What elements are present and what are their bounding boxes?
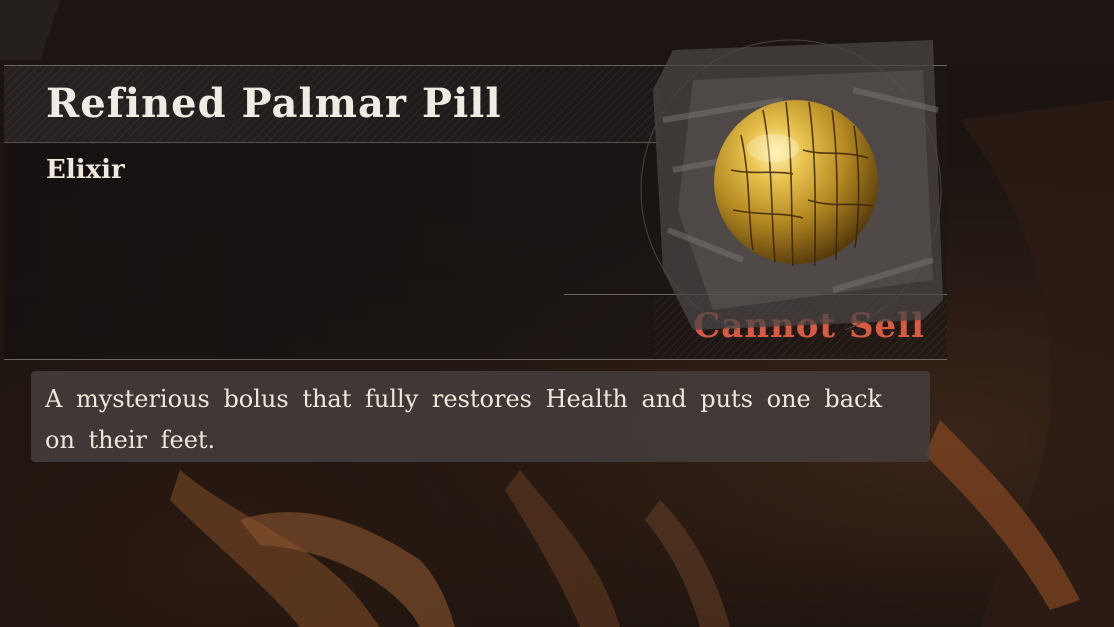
golden-pill-icon (640, 39, 943, 341)
item-name: Refined Palmar Pill (46, 80, 502, 127)
item-icon-frame (633, 30, 949, 341)
item-description: A mysterious bolus that fully restores H… (45, 385, 883, 454)
item-type: Elixir (46, 155, 125, 185)
item-description-box: A mysterious bolus that fully restores H… (31, 371, 930, 462)
